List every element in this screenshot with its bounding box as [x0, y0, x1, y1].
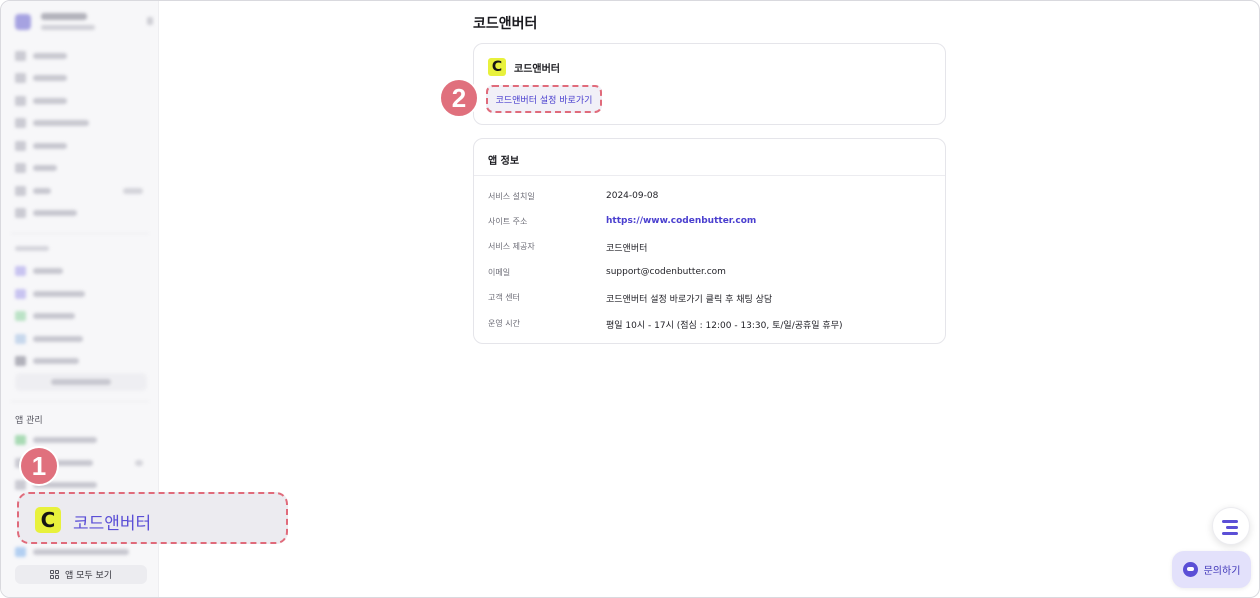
app-window: 앱 관리 앱 모두 보기 C 코드앤버터 1 코드앤버터 C 코드앤버터 코드앤… — [0, 0, 1260, 598]
divider — [11, 233, 149, 234]
add-channel-button[interactable] — [15, 373, 147, 391]
sidebar-item[interactable] — [15, 287, 147, 301]
info-value: support@codenbutter.com — [606, 267, 726, 277]
app-item-icon — [15, 435, 26, 445]
menu-item-icon — [15, 356, 26, 366]
sidebar-item[interactable] — [15, 206, 147, 220]
chevron-icon — [147, 17, 153, 25]
step-marker-1: 1 — [19, 446, 59, 486]
info-row: 고객 센터 코드앤버터 설정 바로가기 클릭 후 채팅 상담 — [488, 292, 928, 306]
menu-item-icon — [15, 311, 26, 321]
sidebar-item[interactable] — [15, 264, 147, 278]
menu-item-icon — [15, 118, 26, 128]
menu-item-icon — [15, 266, 26, 276]
info-value: 코드앤버터 — [606, 244, 648, 254]
sidebar-item[interactable] — [15, 49, 147, 63]
codenbutter-logo-icon: C — [35, 507, 61, 533]
sidebar-app-item[interactable] — [15, 545, 147, 559]
sidebar-item-label: 코드앤버터 — [73, 514, 152, 534]
chat-button-label: 문의하기 — [1203, 566, 1241, 577]
divider — [11, 401, 149, 402]
app-info-header: 앱 정보 — [474, 139, 945, 176]
stacked-lines-icon[interactable] — [1212, 507, 1250, 545]
info-value: 2024-09-08 — [606, 191, 659, 201]
info-row: 서비스 제공자 코드앤버터 — [488, 241, 928, 255]
sidebar-item-codenbutter[interactable]: C 코드앤버터 — [17, 492, 288, 544]
sidebar-item[interactable] — [15, 184, 147, 198]
inquiry-chat-button[interactable]: 문의하기 — [1172, 551, 1251, 588]
sidebar-item[interactable] — [15, 139, 147, 153]
info-label: 서비스 제공자 — [488, 242, 535, 251]
menu-item-icon — [15, 186, 26, 196]
app-info-card: 앱 정보 서비스 설치일 2024-09-08 사이트 주소 https://w… — [473, 138, 946, 344]
app-card: C 코드앤버터 코드앤버터 설정 바로가기 — [473, 43, 946, 125]
section-heading — [15, 246, 49, 251]
info-label: 고객 센터 — [488, 293, 520, 302]
chat-bubble-icon — [1182, 562, 1198, 577]
all-apps-label: 앱 모두 보기 — [64, 571, 113, 581]
workspace-switcher[interactable] — [13, 11, 153, 37]
menu-item-icon — [15, 334, 26, 344]
info-label: 서비스 설치일 — [488, 192, 535, 201]
sidebar-item[interactable] — [15, 332, 147, 346]
site-url-link[interactable]: https://www.codenbutter.com — [606, 216, 756, 226]
menu-item-icon — [15, 73, 26, 83]
menu-item-icon — [15, 141, 26, 151]
info-label: 운영 시간 — [488, 319, 520, 328]
app-section-heading: 앱 관리 — [15, 416, 43, 426]
app-item-icon — [15, 547, 26, 557]
sidebar-app-item[interactable] — [15, 433, 147, 447]
app-item-icon — [15, 480, 26, 490]
info-value: 코드앤버터 설정 바로가기 클릭 후 채팅 상담 — [606, 295, 773, 305]
info-row: 운영 시간 평일 10시 - 17시 (점심 : 12:00 - 13:30, … — [488, 318, 928, 332]
sidebar-item[interactable] — [15, 354, 147, 368]
info-value: 평일 10시 - 17시 (점심 : 12:00 - 13:30, 토/일/공휴… — [606, 321, 843, 331]
sidebar-item[interactable] — [15, 94, 147, 108]
info-row: 이메일 support@codenbutter.com — [488, 267, 928, 281]
menu-item-icon — [15, 289, 26, 299]
menu-item-icon — [15, 208, 26, 218]
info-label: 이메일 — [488, 268, 511, 277]
sidebar-item[interactable] — [15, 309, 147, 323]
sidebar-item[interactable] — [15, 161, 147, 175]
menu-item-icon — [15, 163, 26, 173]
info-row: 서비스 설치일 2024-09-08 — [488, 191, 928, 205]
sidebar-item[interactable] — [15, 71, 147, 85]
app-info-title: 앱 정보 — [488, 156, 520, 167]
menu-item-icon — [15, 51, 26, 61]
codenbutter-logo-icon: C — [488, 58, 506, 76]
sidebar-item[interactable] — [15, 116, 147, 130]
workspace-logo — [15, 14, 31, 30]
grid-icon — [49, 570, 59, 579]
all-apps-button[interactable]: 앱 모두 보기 — [15, 565, 147, 584]
info-row: 사이트 주소 https://www.codenbutter.com — [488, 216, 928, 230]
app-name: 코드앤버터 — [514, 64, 560, 75]
step-marker-2: 2 — [439, 78, 479, 118]
page-title: 코드앤버터 — [473, 16, 538, 32]
codenbutter-settings-button[interactable]: 코드앤버터 설정 바로가기 — [486, 85, 602, 113]
info-label: 사이트 주소 — [488, 217, 528, 226]
menu-item-icon — [15, 96, 26, 106]
